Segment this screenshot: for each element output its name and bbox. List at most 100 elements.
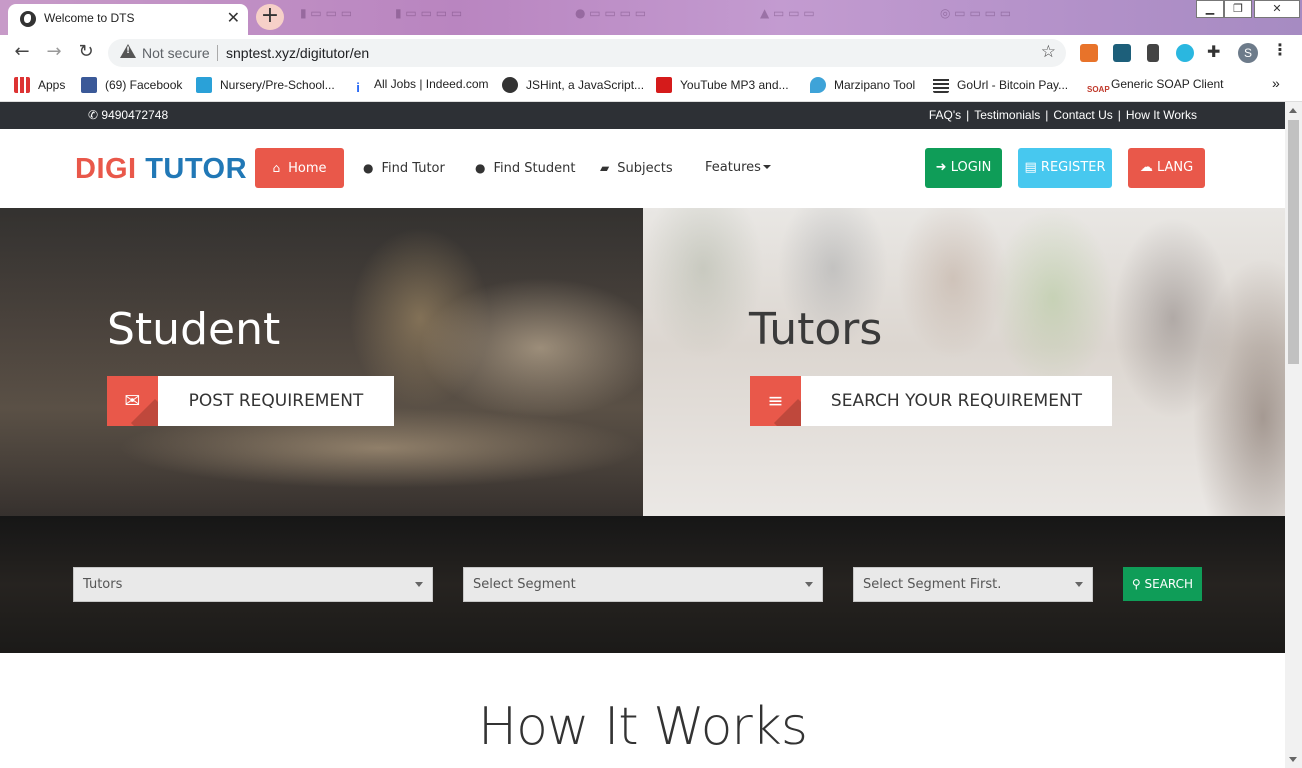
search-button[interactable]: ⚲ SEARCH — [1123, 567, 1202, 601]
background-photo — [643, 208, 1285, 516]
nav-features[interactable]: Features — [705, 148, 771, 188]
facebook-icon — [81, 77, 97, 93]
background-tab[interactable]: ▲ ▭ ▭ ▭ — [760, 6, 815, 28]
bookmark-overflow[interactable]: » — [1272, 75, 1280, 91]
minimize-button[interactable]: ▁ — [1196, 0, 1224, 18]
top-links: FAQ's | Testimonials | Contact Us | How It Wor… — [929, 108, 1197, 122]
envelope-icon: ✉ — [107, 376, 158, 426]
login-button[interactable]: ➜ LOGIN — [925, 148, 1002, 188]
home-icon: ⌂ — [272, 161, 281, 175]
bookmarks-bar: Apps (69) Facebook Nursery/Pre-School...… — [0, 70, 1302, 102]
subsegment-select[interactable]: Select Segment First. — [853, 567, 1093, 602]
section-title: How It Works — [478, 697, 808, 757]
marzipano-icon — [810, 77, 826, 93]
top-info-bar: ✆ 9490472748 FAQ's | Testimonials | Contact … — [0, 102, 1285, 129]
nav-subjects[interactable]: ▰ Subjects — [600, 148, 673, 188]
background-tab[interactable]: ▮ ▭ ▭ ▭ ▭ — [395, 6, 462, 28]
nav-find-student[interactable]: ● Find Student — [475, 148, 575, 188]
user-icon: ● — [363, 161, 374, 175]
bookmark-jshint[interactable]: JSHint, a JavaScript... — [502, 77, 644, 93]
address-bar[interactable]: Not secure snptest.xyz/digitutor/en ☆ — [108, 39, 1066, 67]
phone-icon: ✆ — [88, 108, 102, 122]
cloud-icon: ☁ — [1139, 160, 1157, 175]
web-page: ✆ 9490472748 FAQ's | Testimonials | Contact … — [0, 102, 1285, 768]
background-photo — [0, 208, 643, 516]
close-icon[interactable]: ✕ — [227, 8, 240, 27]
link-contact-us[interactable]: Contact Us — [1053, 108, 1112, 122]
scrollbar-thumb[interactable] — [1288, 120, 1299, 364]
scroll-up-icon[interactable] — [1289, 108, 1297, 113]
forward-arrow-icon[interactable]: → — [42, 41, 66, 65]
bookmark-youtube-mp3[interactable]: YouTube MP3 and... — [656, 77, 789, 93]
phone-number: ✆ 9490472748 — [88, 108, 169, 122]
divider: | — [1045, 108, 1049, 122]
user-icon: ● — [475, 161, 486, 175]
hero-student-title: Student — [107, 304, 281, 355]
bookmark-marzipano[interactable]: Marzipano Tool — [810, 77, 915, 93]
page-scrollbar[interactable] — [1285, 102, 1302, 768]
bookmark-nursery[interactable]: Nursery/Pre-School... — [196, 77, 335, 93]
nav-find-tutor[interactable]: ● Find Tutor — [363, 148, 445, 188]
extension-icon[interactable] — [1080, 44, 1098, 62]
url-text[interactable]: snptest.xyz/digitutor/en — [226, 45, 369, 61]
search-section: Tutors Select Segment Select Segment Fir… — [0, 516, 1285, 653]
bookmark-indeed[interactable]: i All Jobs | Indeed.com — [350, 77, 489, 96]
segment-select[interactable]: Select Segment — [463, 567, 823, 602]
star-icon[interactable]: ☆ — [1041, 42, 1056, 62]
lang-button[interactable]: ☁ LANG — [1128, 148, 1205, 188]
divider — [217, 45, 218, 61]
restore-button[interactable]: ❐ — [1224, 0, 1252, 18]
soap-icon: SOAP — [1087, 82, 1110, 98]
post-requirement-button[interactable]: ✉ POST REQUIREMENT — [107, 376, 394, 426]
profile-avatar[interactable]: S — [1238, 43, 1258, 63]
document-icon: ▤ — [1024, 160, 1041, 175]
link-how-it-works[interactable]: How It Works — [1126, 108, 1197, 122]
extension-icon[interactable] — [1176, 44, 1194, 62]
bookmark-apps[interactable]: Apps — [14, 77, 65, 93]
window-close-button[interactable]: ✕ — [1254, 0, 1300, 18]
hero-student: Student ✉ POST REQUIREMENT — [0, 208, 643, 516]
main-navbar: DIGI TUTOR ⌂ Home ● Find Tutor ● Find Stude… — [0, 129, 1285, 208]
list-icon: ≡ — [750, 376, 801, 426]
book-icon: ▰ — [600, 161, 610, 175]
tutors-select[interactable]: Tutors — [73, 567, 433, 602]
search-icon: ⚲ — [1131, 577, 1145, 591]
globe-icon — [20, 11, 36, 27]
hero-tutors-title: Tutors — [749, 304, 883, 355]
tab-title: Welcome to DTS — [44, 11, 135, 25]
register-button[interactable]: ▤ REGISTER — [1018, 148, 1112, 188]
security-label[interactable]: Not secure — [142, 45, 210, 61]
background-tab[interactable]: ◎ ▭ ▭ ▭ ▭ — [940, 6, 1011, 28]
extension-icon[interactable] — [1147, 44, 1159, 62]
nav-home[interactable]: ⌂ Home — [255, 148, 344, 188]
bookmark-facebook[interactable]: (69) Facebook — [81, 77, 182, 93]
puzzle-icon[interactable]: ✚ — [1207, 42, 1225, 61]
how-it-works-section: How It Works — [0, 653, 1285, 768]
indeed-icon: i — [350, 80, 366, 96]
chevron-down-icon — [805, 582, 813, 587]
menu-dots-icon[interactable]: ⋮ — [1272, 40, 1290, 59]
divider: | — [966, 108, 970, 122]
search-requirement-button[interactable]: ≡ SEARCH YOUR REQUIREMENT — [750, 376, 1112, 426]
gourl-icon — [933, 77, 949, 93]
warning-icon — [120, 44, 136, 58]
link-faqs[interactable]: FAQ's — [929, 108, 961, 122]
scroll-down-icon[interactable] — [1289, 757, 1297, 762]
background-tab[interactable]: ● ▭ ▭ ▭ ▭ — [575, 6, 646, 28]
bookmark-soap[interactable]: SOAPGeneric SOAP Client — [1087, 77, 1224, 98]
apps-grid-icon — [14, 77, 30, 93]
link-testimonials[interactable]: Testimonials — [974, 108, 1040, 122]
bookmark-gourl[interactable]: GoUrl - Bitcoin Pay... — [933, 77, 1068, 93]
site-icon — [196, 77, 212, 93]
extension-icon[interactable] — [1113, 44, 1131, 62]
back-arrow-icon[interactable]: ← — [10, 41, 34, 65]
divider: | — [1117, 108, 1121, 122]
chevron-down-icon — [415, 582, 423, 587]
youtube-icon — [656, 77, 672, 93]
active-tab[interactable]: Welcome to DTS ✕ — [8, 4, 248, 35]
reload-icon[interactable]: ↻ — [74, 41, 98, 65]
site-logo[interactable]: DIGI TUTOR — [75, 153, 247, 186]
background-tab[interactable]: ▮ ▭ ▭ ▭ — [300, 6, 352, 28]
new-tab-button[interactable]: + — [256, 4, 284, 30]
sign-in-icon: ➜ — [935, 160, 951, 175]
